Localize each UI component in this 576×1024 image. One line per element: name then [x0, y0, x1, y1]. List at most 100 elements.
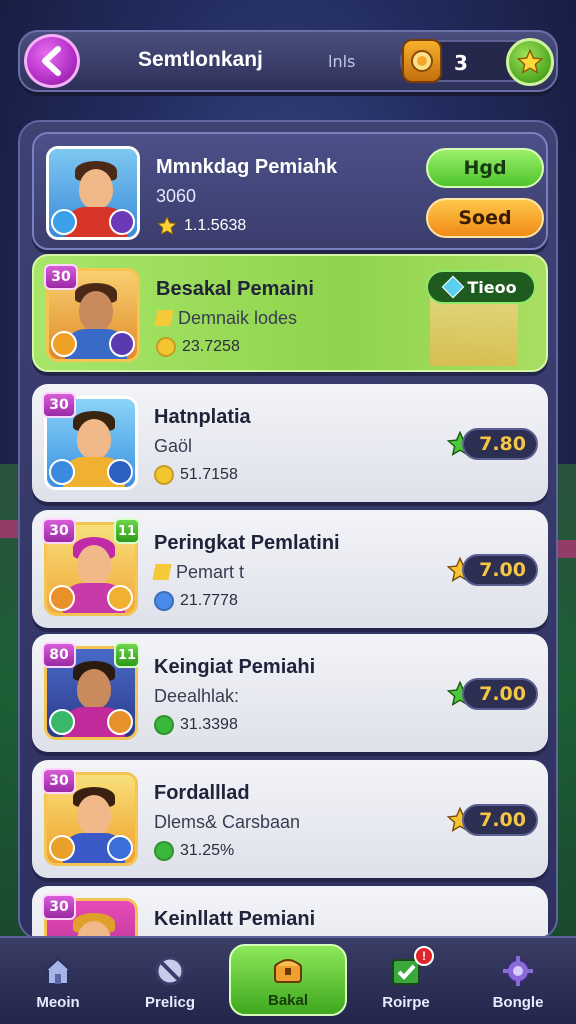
- player-name: Besakal Pemaini: [156, 278, 314, 300]
- player-subtitle: Dlems& Carsbaan: [154, 812, 301, 832]
- currency-display: 3: [400, 38, 554, 86]
- gem-icon: [154, 591, 174, 611]
- player-list-panel: Mmnkdag Pemiahk 3060 1.1.5638 Hgd Soed 3…: [18, 120, 558, 940]
- ball-icon: [49, 585, 75, 611]
- boot-icon: [107, 835, 133, 861]
- nav-label: Bongle: [492, 993, 544, 1011]
- player-subtitle: Gaöl: [154, 436, 193, 456]
- chest-coin-icon: [402, 39, 442, 83]
- player-stat: 31.25%: [154, 841, 234, 861]
- chevron-left-icon: [42, 46, 61, 76]
- tag-label: Tieoo: [467, 277, 517, 297]
- nav-item-checklist[interactable]: Roirpe !: [354, 938, 458, 1024]
- secondary-action-button[interactable]: Soed: [426, 198, 544, 238]
- level-badge: 11: [114, 518, 140, 544]
- note-icon: [152, 564, 172, 580]
- player-card-featured[interactable]: Mmnkdag Pemiahk 3060 1.1.5638 Hgd Soed: [32, 132, 548, 250]
- player-subtitle: Deealhlak:: [154, 686, 240, 706]
- player-stat-value: 21.7778: [180, 592, 238, 609]
- ball-icon: [107, 709, 133, 735]
- price-button[interactable]: 7.00: [462, 804, 538, 836]
- coin-icon: [154, 465, 174, 485]
- player-subtitle-text: Pemart t: [176, 562, 245, 582]
- note-icon: [154, 310, 174, 326]
- nav-item-settings[interactable]: Bongle: [466, 938, 570, 1024]
- price-button[interactable]: 7.00: [462, 554, 538, 586]
- nav-label: Meoin: [36, 993, 80, 1011]
- player-stat-value: 51.7158: [180, 466, 238, 483]
- player-card[interactable]: 30 11 Peringkat Pemlatini Pemart t 21.77…: [32, 510, 548, 628]
- tag-button[interactable]: Tieoo: [426, 270, 536, 304]
- star-icon: [516, 48, 544, 74]
- player-subtitle-text: Demnaik lodes: [178, 308, 298, 328]
- star-button[interactable]: [506, 38, 554, 86]
- currency-value: 3: [454, 51, 468, 75]
- chest-icon: [274, 958, 302, 983]
- player-stat-value: 31.3398: [180, 716, 238, 733]
- player-stat: 1.1.5638: [156, 215, 246, 237]
- player-stat-value: 31.25%: [180, 842, 235, 859]
- player-stat: 23.7258: [156, 337, 240, 357]
- notification-badge: !: [414, 946, 434, 966]
- player-name: Peringkat Pemlatini: [154, 532, 340, 554]
- player-name: Fordalllad: [154, 782, 250, 804]
- player-stat: 51.7158: [154, 465, 238, 485]
- ball-icon: [51, 331, 77, 357]
- player-card[interactable]: 30 Fordalllad Dlems& Carsbaan 31.25% 7.0…: [32, 760, 548, 878]
- rank-badge: 30: [44, 264, 78, 290]
- shield-icon: [49, 459, 75, 485]
- nav-item-home[interactable]: Meoin: [6, 938, 110, 1024]
- player-name: Keinllatt Pemiani: [154, 908, 316, 930]
- player-subtitle: 3060: [156, 186, 197, 206]
- diamond-icon: [442, 275, 465, 299]
- player-stat-value: 1.1.5638: [184, 217, 247, 234]
- top-bar: Semtlonkanj lnls 3: [18, 30, 558, 92]
- nav-item-block[interactable]: Prelicg: [118, 938, 222, 1024]
- player-avatar: [46, 146, 140, 240]
- boot-icon: [109, 209, 135, 235]
- price-button[interactable]: 7.00: [462, 678, 538, 710]
- player-card[interactable]: 30 Hatnplatia Gaöl 51.7158 7.80: [32, 384, 548, 502]
- nav-label: Bakal: [267, 991, 309, 1009]
- header-subtitle: lnls: [328, 52, 356, 71]
- player-subtitle: Demnaik lodes: [154, 308, 298, 329]
- player-stat: 21.7778: [154, 591, 238, 611]
- player-name: Hatnplatia: [154, 406, 251, 428]
- bottom-nav: Meoin Prelicg Bakal Roirpe ! Bongle: [0, 936, 576, 1024]
- trophy-icon: [107, 585, 133, 611]
- shield-icon: [51, 209, 77, 235]
- player-card[interactable]: 30 Keinllatt Pemiani: [32, 886, 548, 938]
- check-coin-icon: [154, 715, 174, 735]
- home-icon: [42, 957, 74, 985]
- nav-label: Prelicg: [144, 993, 196, 1011]
- player-card[interactable]: 80 11 Keingiat Pemiahi Deealhlak: 31.339…: [32, 634, 548, 752]
- player-name: Keingiat Pemiahi: [154, 656, 316, 678]
- back-button[interactable]: [24, 34, 80, 88]
- rank-badge: 30: [42, 518, 76, 544]
- player-stat: 31.3398: [154, 715, 238, 735]
- rank-badge: 30: [42, 894, 76, 920]
- shield-icon: [49, 709, 75, 735]
- page-title: Semtlonkanj: [138, 48, 263, 71]
- rank-badge: 30: [42, 392, 76, 418]
- player-name: Mmnkdag Pemiahk: [156, 156, 338, 178]
- block-icon: [155, 956, 185, 985]
- nav-item-chest[interactable]: Bakal: [229, 944, 347, 1016]
- rank-badge: 80: [42, 642, 76, 668]
- boot-icon: [109, 331, 135, 357]
- ball-icon: [49, 835, 75, 861]
- boot-icon: [107, 459, 133, 485]
- gear-icon: [503, 955, 533, 986]
- star-icon: [156, 215, 178, 236]
- player-card-highlighted[interactable]: 30 Besakal Pemaini Demnaik lodes 23.7258…: [32, 254, 548, 372]
- rank-badge: 30: [42, 768, 76, 794]
- level-badge: 11: [114, 642, 140, 668]
- highlight-bar: [430, 296, 518, 366]
- check-coin-icon: [154, 841, 174, 861]
- primary-action-button[interactable]: Hgd: [426, 148, 544, 188]
- player-stat-value: 23.7258: [182, 338, 240, 355]
- player-subtitle: Pemart t: [152, 562, 245, 583]
- nav-label: Roirpe: [382, 993, 430, 1011]
- coin-icon: [156, 337, 176, 357]
- price-button[interactable]: 7.80: [462, 428, 538, 460]
